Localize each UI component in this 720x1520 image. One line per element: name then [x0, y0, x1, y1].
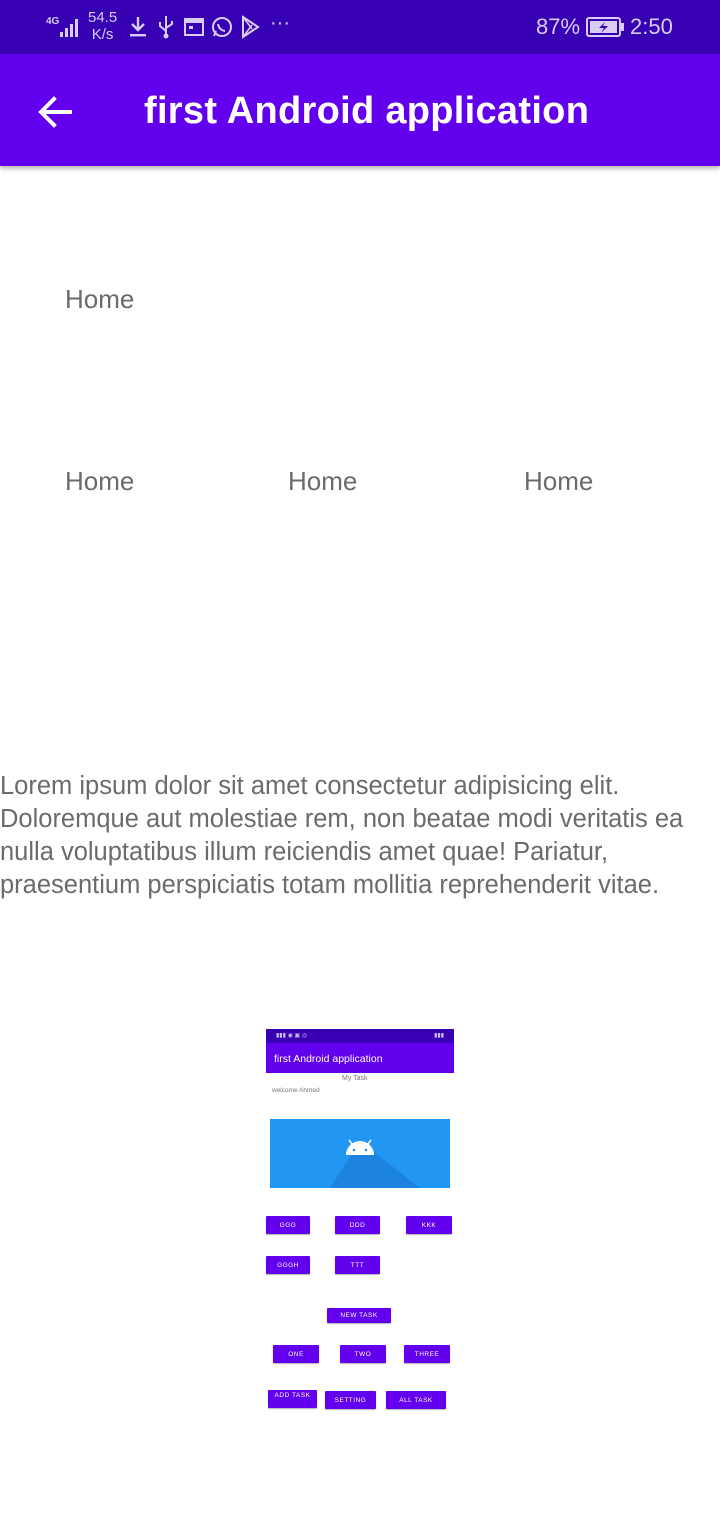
svg-text:4G: 4G	[46, 16, 60, 27]
play-store-icon	[242, 15, 260, 39]
preview-status-icons: ▮▮▮ ◉ ▣ ◎	[276, 1033, 308, 1039]
clock: 2:50	[630, 14, 673, 39]
more-notifications-icon: ···	[270, 12, 290, 34]
preview-status-bar: ▮▮▮ ◉ ▣ ◎ ▮▮▮	[266, 1029, 454, 1043]
android-logo-icon	[330, 1139, 420, 1188]
download-icon	[130, 17, 146, 37]
preview-my-task: My Task	[342, 1075, 368, 1082]
preview-banner	[270, 1119, 450, 1188]
preview-button-all-task[interactable]: ALL TASK	[386, 1391, 446, 1409]
preview-title: first Android application	[274, 1053, 383, 1065]
preview-button-kkk[interactable]: KKK	[406, 1216, 452, 1234]
home-label: Home	[288, 466, 358, 496]
preview-button-setting[interactable]: SETTING	[325, 1391, 376, 1409]
arrow-back-icon	[38, 96, 72, 128]
speed-unit: K/s	[91, 26, 114, 43]
calendar-icon	[184, 18, 204, 36]
preview-button-add-task[interactable]: ADD TASK	[268, 1390, 317, 1408]
home-label: Home	[65, 284, 135, 314]
preview-button-two[interactable]: TWO	[340, 1345, 386, 1363]
app-bar: first Android application	[0, 54, 720, 166]
network-speed: 54.5 K/s	[88, 9, 117, 43]
app-preview-image: ▮▮▮ ◉ ▣ ◎ ▮▮▮ first Android application …	[266, 1029, 454, 1413]
usb-icon	[159, 16, 173, 39]
whatsapp-icon	[212, 17, 232, 37]
home-label: Home	[65, 466, 135, 496]
preview-button-gggh[interactable]: GGGH	[266, 1256, 310, 1274]
preview-status-time: ▮▮▮	[434, 1033, 444, 1039]
preview-button-ddd[interactable]: DDD	[335, 1216, 380, 1234]
preview-button-ttt[interactable]: TTT	[335, 1256, 380, 1274]
preview-app-bar: first Android application	[266, 1043, 454, 1073]
home-label: Home	[524, 466, 594, 496]
battery-charging-icon	[586, 17, 624, 37]
battery-percent: 87%	[536, 14, 581, 39]
preview-button-new-task[interactable]: NEW TASK	[327, 1308, 391, 1323]
preview-welcome: welcome Ahmed	[272, 1087, 320, 1094]
back-button[interactable]	[34, 90, 78, 134]
page-title: first Android application	[144, 90, 590, 132]
preview-button-three[interactable]: THREE	[404, 1345, 450, 1363]
body-paragraph: Lorem ipsum dolor sit amet consectetur a…	[0, 772, 684, 899]
preview-button-ggg[interactable]: GGG	[266, 1216, 310, 1234]
status-bar: 4G 54.5 K/s ··· 87% 2:50	[0, 0, 720, 54]
preview-button-one[interactable]: ONE	[273, 1345, 319, 1363]
speed-value: 54.5	[88, 9, 118, 26]
signal-icon: 4G	[46, 16, 78, 37]
